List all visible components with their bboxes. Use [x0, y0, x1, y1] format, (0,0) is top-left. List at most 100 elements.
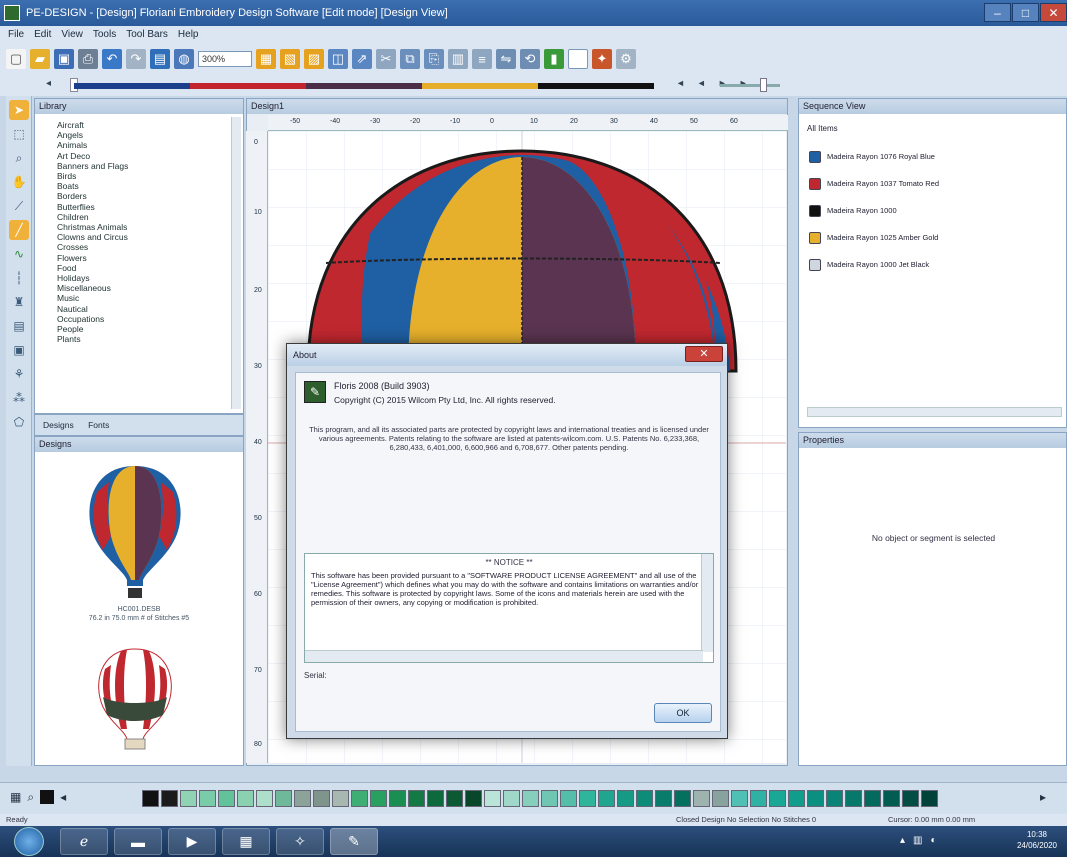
prev-page-icon[interactable]: ◄: [697, 78, 706, 88]
wizard-icon[interactable]: ✦: [592, 49, 612, 69]
clock[interactable]: 10:38 24/06/2020: [1017, 829, 1057, 851]
palette-grid-icon[interactable]: ▦: [10, 790, 21, 805]
palette-scroll-left-icon[interactable]: ◂: [60, 790, 66, 805]
menu-view[interactable]: View: [61, 26, 83, 44]
speed-slider-thumb[interactable]: [760, 78, 767, 92]
library-scrollbar[interactable]: [231, 117, 241, 409]
thread-swatch[interactable]: [199, 790, 216, 807]
thread-swatch[interactable]: [351, 790, 368, 807]
list-item[interactable]: Plants: [57, 334, 243, 344]
pan-hand-icon[interactable]: ✋: [9, 172, 29, 192]
thread-swatch[interactable]: [180, 790, 197, 807]
menu-edit[interactable]: Edit: [34, 26, 51, 44]
new-file-icon[interactable]: ▢: [6, 49, 26, 69]
paste-icon[interactable]: ⎘: [424, 49, 444, 69]
rotate-icon[interactable]: ⟲: [520, 49, 540, 69]
hoop-icon[interactable]: ◫: [328, 49, 348, 69]
thread-swatch[interactable]: [712, 790, 729, 807]
thread-swatch[interactable]: [503, 790, 520, 807]
thread-swatch[interactable]: [446, 790, 463, 807]
thread-swatch[interactable]: [541, 790, 558, 807]
thread-swatch[interactable]: [845, 790, 862, 807]
list-item[interactable]: Children: [57, 212, 243, 222]
thread-swatch[interactable]: [332, 790, 349, 807]
zoom-select[interactable]: 300%: [198, 51, 252, 67]
thread-swatch[interactable]: [807, 790, 824, 807]
embroidery-app-taskbar-icon[interactable]: ✎: [330, 828, 378, 855]
sequence-item[interactable]: Madeira Rayon 1037 Tomato Red: [809, 174, 939, 194]
thread-swatch[interactable]: [864, 790, 881, 807]
license-textbox[interactable]: ** NOTICE ** This software has been prov…: [304, 553, 714, 663]
list-item[interactable]: Food: [57, 263, 243, 273]
thread-swatch[interactable]: [750, 790, 767, 807]
thread-swatch[interactable]: [256, 790, 273, 807]
menu-help[interactable]: Help: [178, 26, 199, 44]
thread-swatch[interactable]: [275, 790, 292, 807]
mirror-icon[interactable]: ⇋: [496, 49, 516, 69]
design-tab[interactable]: Design1: [247, 99, 787, 114]
reshape-icon[interactable]: ⬚: [9, 124, 29, 144]
thread-swatch[interactable]: [370, 790, 387, 807]
list-item[interactable]: Boats: [57, 181, 243, 191]
thread-swatch[interactable]: [142, 790, 159, 807]
file-explorer-icon[interactable]: ▬: [114, 828, 162, 855]
sequence-item[interactable]: Madeira Rayon 1025 Amber Gold: [809, 228, 938, 248]
open-folder-icon[interactable]: ▰: [30, 49, 50, 69]
list-item[interactable]: Animals: [57, 140, 243, 150]
stitch-mode-icon[interactable]: ▦: [256, 49, 276, 69]
outline-mode-icon[interactable]: ▧: [280, 49, 300, 69]
list-item[interactable]: Birds: [57, 171, 243, 181]
running-stitch-icon[interactable]: ┆: [9, 268, 29, 288]
settings-icon[interactable]: ⚙: [616, 49, 636, 69]
thread-swatch[interactable]: [465, 790, 482, 807]
cut-icon[interactable]: ✂: [376, 49, 396, 69]
thread-swatch[interactable]: [161, 790, 178, 807]
draw-line-icon[interactable]: ╱: [9, 220, 29, 240]
thread-swatch[interactable]: [389, 790, 406, 807]
thread-swatch[interactable]: [294, 790, 311, 807]
list-item[interactable]: Music: [57, 293, 243, 303]
thread-swatch[interactable]: [636, 790, 653, 807]
group-icon[interactable]: ▥: [448, 49, 468, 69]
list-item[interactable]: Angels: [57, 130, 243, 140]
motif-icon[interactable]: ⁂: [9, 388, 29, 408]
sequence-root[interactable]: All Items: [799, 114, 1066, 133]
list-item[interactable]: Nautical: [57, 304, 243, 314]
applique-icon[interactable]: ⚘: [9, 364, 29, 384]
align-icon[interactable]: ≡: [472, 49, 492, 69]
list-item[interactable]: Christmas Animals: [57, 222, 243, 232]
internet-explorer-icon[interactable]: ℯ: [60, 828, 108, 855]
thread-swatch[interactable]: [921, 790, 938, 807]
thread-swatch[interactable]: [313, 790, 330, 807]
menu-file[interactable]: File: [8, 26, 24, 44]
first-page-icon[interactable]: ◄: [676, 78, 685, 88]
print-icon[interactable]: ⎙: [78, 49, 98, 69]
text-icon[interactable]: ▣: [9, 340, 29, 360]
redo-icon[interactable]: ↷: [126, 49, 146, 69]
select-arrow-icon[interactable]: ➤: [9, 100, 29, 120]
thread-swatch[interactable]: [674, 790, 691, 807]
list-item[interactable]: Aircraft: [57, 120, 243, 130]
list-item[interactable]: Clowns and Circus: [57, 232, 243, 242]
media-player-icon[interactable]: ▶: [168, 828, 216, 855]
start-button[interactable]: [14, 827, 44, 856]
export-icon[interactable]: ⇗: [352, 49, 372, 69]
thread-swatch[interactable]: [408, 790, 425, 807]
draw-curve-icon[interactable]: ∿: [9, 244, 29, 264]
menu-toolbars[interactable]: Tool Bars: [126, 26, 168, 44]
sequence-item[interactable]: Madeira Rayon 1076 Royal Blue: [809, 147, 935, 167]
license-vertical-scrollbar[interactable]: [701, 554, 713, 652]
list-item[interactable]: Flowers: [57, 253, 243, 263]
balloon-thumbnail[interactable]: [35, 452, 235, 602]
palette-search-icon[interactable]: ⌕: [27, 790, 34, 805]
thread-swatch[interactable]: [731, 790, 748, 807]
thread-swatch[interactable]: [902, 790, 919, 807]
sequence-item[interactable]: Madeira Rayon 1000 Jet Black: [809, 255, 929, 275]
list-item[interactable]: Butterflies: [57, 202, 243, 212]
list-item[interactable]: Miscellaneous: [57, 283, 243, 293]
menu-tools[interactable]: Tools: [93, 26, 116, 44]
tray-expand-icon[interactable]: ▴: [900, 835, 905, 846]
thread-swatch[interactable]: [218, 790, 235, 807]
maximize-button[interactable]: □: [1012, 3, 1039, 22]
sequence-scrollbar[interactable]: [807, 407, 1062, 417]
